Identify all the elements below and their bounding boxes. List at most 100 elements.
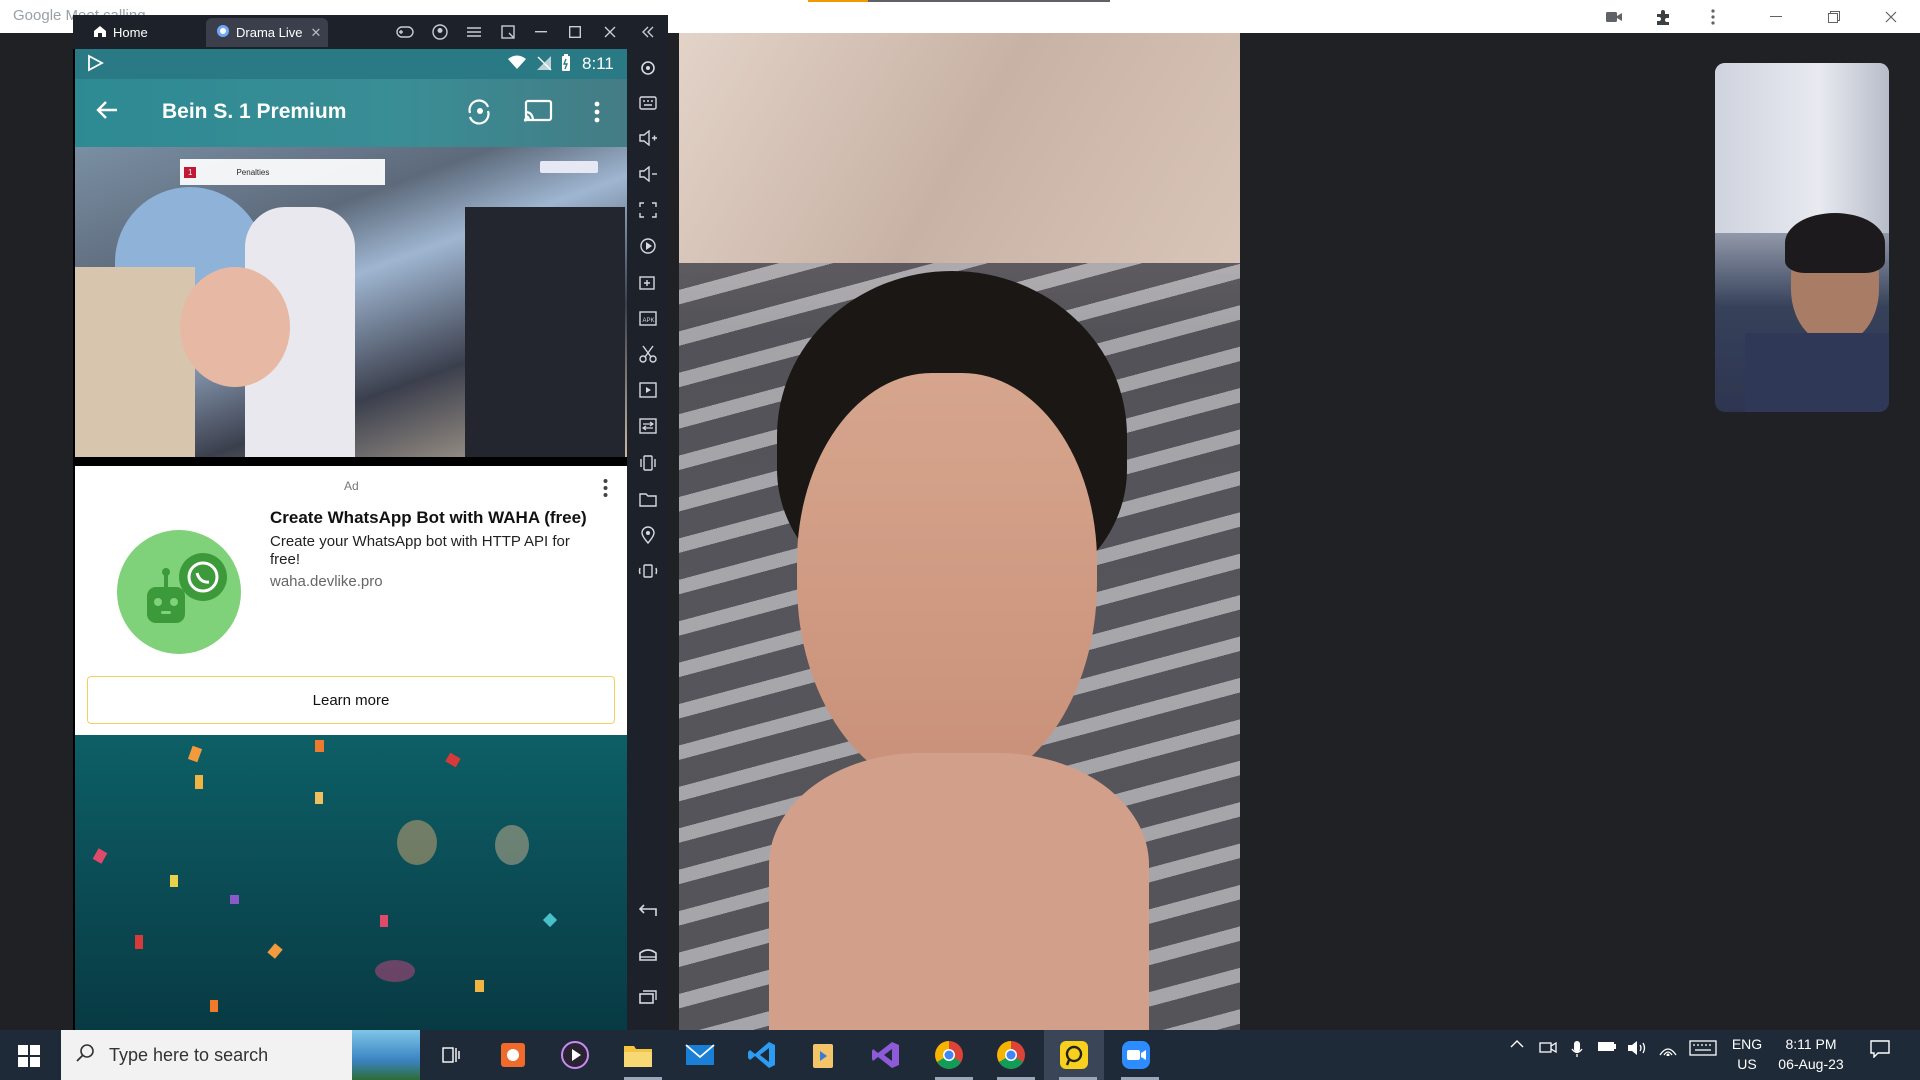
pip-shirt (1745, 333, 1889, 412)
confetti-piece (315, 792, 323, 804)
ad-menu-icon[interactable] (603, 478, 608, 503)
clock[interactable]: 8:11 PM 06-Aug-23 (1771, 1034, 1851, 1074)
record-video-icon[interactable] (631, 376, 664, 404)
sync-icon[interactable] (631, 412, 664, 440)
confetti-piece (195, 775, 203, 789)
minimize-icon[interactable] (1765, 6, 1787, 28)
mail-icon[interactable] (680, 1035, 720, 1075)
tab-home[interactable]: Home (83, 18, 201, 47)
network-icon[interactable] (1657, 1040, 1679, 1056)
volume-icon[interactable] (1626, 1040, 1648, 1056)
region-code: US (1737, 1056, 1757, 1072)
windows-start-icon[interactable] (18, 1045, 40, 1072)
media-player-icon[interactable] (555, 1035, 595, 1075)
close-icon[interactable] (1880, 6, 1902, 28)
android-back-icon[interactable] (631, 896, 664, 924)
chrome-profile-icon[interactable] (991, 1035, 1031, 1075)
android-home-icon[interactable] (631, 940, 664, 968)
language-indicator[interactable]: ENG US (1730, 1034, 1764, 1074)
chrome-icon[interactable] (929, 1035, 969, 1075)
battery-tray-icon[interactable] (1596, 1040, 1618, 1052)
scoreboard-label: Penalties (236, 167, 270, 177)
more-vert-icon[interactable] (1702, 6, 1724, 28)
extensions-puzzle-icon[interactable] (1652, 6, 1674, 28)
settings-icon[interactable] (631, 54, 664, 82)
home-icon (93, 25, 107, 41)
camera-icon[interactable] (1603, 6, 1625, 28)
file-explorer-icon[interactable] (618, 1035, 658, 1075)
fullscreen-icon[interactable] (631, 196, 664, 224)
location-icon[interactable] (631, 521, 664, 549)
gamepad-icon[interactable] (391, 18, 419, 46)
vscode-icon[interactable] (742, 1035, 782, 1075)
restore-icon[interactable] (1823, 6, 1845, 28)
keyboard-icon[interactable] (631, 89, 664, 117)
confetti-piece (475, 980, 484, 992)
emu-minimize-icon[interactable] (527, 18, 555, 46)
add-instance-icon[interactable] (631, 268, 664, 296)
emulator-app-icon[interactable] (1054, 1035, 1094, 1075)
task-view-icon[interactable] (430, 1035, 470, 1075)
self-view-video[interactable] (1715, 63, 1889, 412)
visual-studio-icon[interactable] (866, 1035, 906, 1075)
confetti-piece (542, 912, 558, 928)
back-arrow-icon[interactable] (96, 100, 118, 125)
tab-close-icon[interactable]: ✕ (310, 25, 321, 41)
tab-drama-live[interactable]: Drama Live ✕ (206, 18, 328, 47)
bookmark-icon[interactable] (494, 18, 522, 46)
zoom-icon[interactable] (1116, 1035, 1156, 1075)
rotate-screen-icon[interactable] (631, 557, 664, 585)
confetti-piece (230, 895, 239, 904)
shake-icon[interactable] (631, 449, 664, 477)
cast-icon[interactable] (523, 99, 553, 128)
video-scene-face (180, 267, 290, 387)
ad-label: Ad (344, 479, 359, 493)
confetti-piece (170, 875, 178, 887)
screenshot-scissors-icon[interactable] (631, 340, 664, 368)
meet-progress-accent (808, 0, 868, 2)
main-participant-video[interactable] (679, 33, 1240, 1030)
tab-home-label: Home (113, 25, 148, 40)
menu-icon[interactable] (460, 18, 488, 46)
svg-text:APK: APK (642, 318, 654, 324)
macro-play-icon[interactable] (631, 232, 664, 260)
scoreboard: 1 Penalties (180, 159, 385, 185)
microphone-icon[interactable] (1568, 1040, 1586, 1058)
app-bar-title: Bein S. 1 Premium (162, 100, 347, 123)
ad-title[interactable]: Create WhatsApp Bot with WAHA (free) (270, 508, 587, 528)
taskbar-app-orange-icon[interactable] (493, 1035, 533, 1075)
account-icon[interactable] (426, 18, 454, 46)
learn-more-button[interactable]: Learn more (87, 676, 615, 724)
no-signal-icon (536, 55, 552, 76)
live-video-player[interactable]: 1 Penalties (75, 147, 627, 457)
show-hidden-icons-icon[interactable] (1508, 1040, 1526, 1048)
waha-logo-icon[interactable] (117, 530, 241, 654)
notifications-icon[interactable] (1868, 1040, 1892, 1058)
search-icon (75, 1043, 95, 1068)
volume-down-icon[interactable] (631, 160, 664, 188)
android-recents-icon[interactable] (631, 983, 664, 1011)
collapse-sidebar-icon[interactable] (634, 18, 662, 46)
confetti-blur (495, 825, 529, 865)
video-editor-icon[interactable] (805, 1035, 845, 1075)
clock-date: 06-Aug-23 (1778, 1056, 1844, 1072)
camera-tray-icon[interactable] (1538, 1040, 1558, 1054)
search-placeholder: Type here to search (109, 1044, 269, 1065)
battery-icon (561, 54, 571, 77)
apk-install-icon[interactable]: APK (631, 304, 664, 332)
folder-icon[interactable] (631, 485, 664, 513)
ad-url[interactable]: waha.devlike.pro (270, 573, 383, 590)
confetti-piece (135, 935, 143, 949)
rotate-icon[interactable] (464, 97, 494, 130)
touch-keyboard-icon[interactable] (1688, 1040, 1718, 1056)
confetti-piece (210, 1000, 218, 1012)
overflow-menu-icon[interactable] (594, 101, 600, 128)
meet-progress-track (868, 0, 1110, 2)
video-face (797, 373, 1097, 793)
emu-close-icon[interactable] (596, 18, 624, 46)
volume-up-icon[interactable] (631, 124, 664, 152)
play-store-icon (86, 54, 104, 77)
taskbar-search-box[interactable]: Type here to search (61, 1030, 420, 1080)
emu-maximize-icon[interactable] (561, 18, 589, 46)
status-time: 8:11 (582, 54, 614, 73)
